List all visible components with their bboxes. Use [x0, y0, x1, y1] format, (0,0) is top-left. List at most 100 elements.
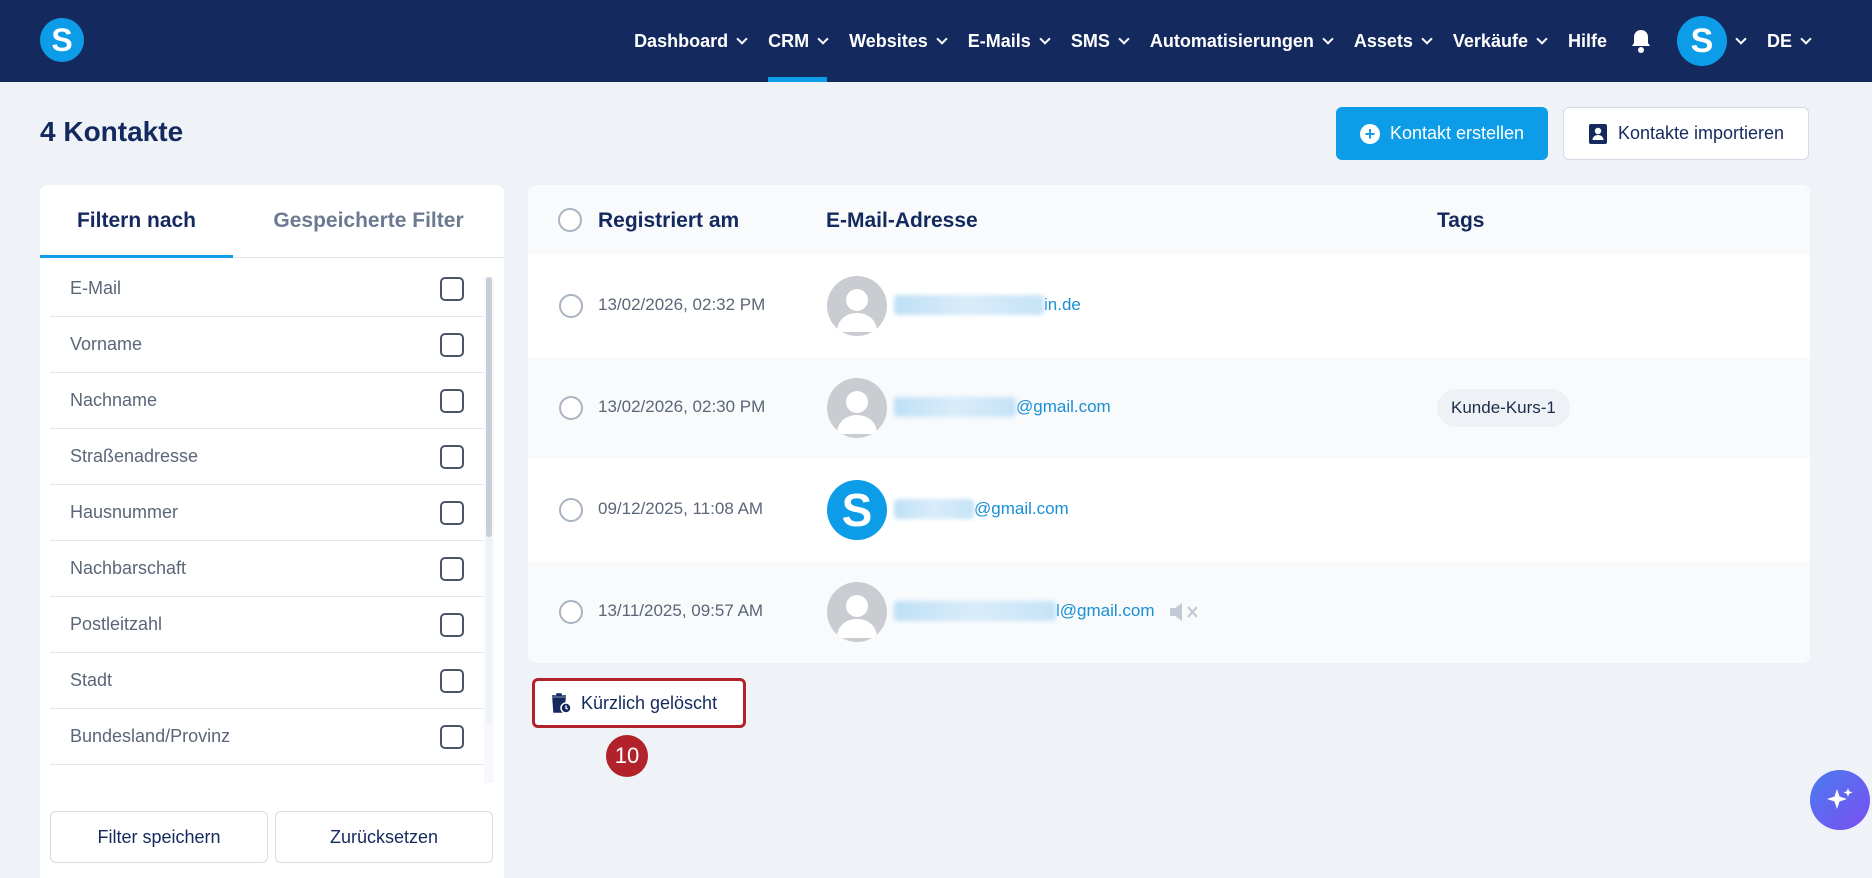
nav-emails[interactable]: E-Mails — [968, 0, 1051, 82]
filter-first-name[interactable]: Vorname — [50, 317, 484, 373]
chevron-down-icon[interactable] — [1735, 32, 1747, 45]
create-contact-button[interactable]: + Kontakt erstellen — [1336, 107, 1548, 160]
row-select-radio[interactable] — [559, 600, 583, 624]
email-suffix: in.de — [1044, 295, 1081, 314]
ai-assistant-button[interactable] — [1810, 770, 1870, 830]
table-row[interactable]: 13/02/2026, 02:32 PM in.de — [528, 255, 1810, 357]
contact-card-icon — [1588, 123, 1607, 144]
nav-websites[interactable]: Websites — [849, 0, 948, 82]
create-contact-label: Kontakt erstellen — [1389, 123, 1525, 143]
scrollbar[interactable] — [486, 277, 492, 723]
registered-date: 13/02/2026, 02:30 PM — [598, 397, 766, 416]
nav-help[interactable]: Hilfe — [1568, 0, 1607, 82]
language-label: DE — [1766, 30, 1792, 51]
active-tab-indicator — [40, 255, 233, 258]
nav-assets[interactable]: Assets — [1353, 0, 1433, 82]
sparkle-icon — [1827, 788, 1853, 809]
chevron-down-icon — [1536, 32, 1548, 45]
nav-sales[interactable]: Verkäufe — [1453, 0, 1548, 82]
unsubscribed-icon — [1168, 601, 1202, 628]
checkbox[interactable] — [440, 276, 464, 301]
nav-label: SMS — [1070, 30, 1110, 51]
filter-panel: Filtern nach Gespeicherte Filter E-Mail … — [40, 185, 504, 878]
contact-avatar — [827, 276, 887, 336]
column-email[interactable]: E-Mail-Adresse — [826, 209, 978, 233]
nav-label: Automatisierungen — [1149, 30, 1314, 51]
chevron-down-icon — [1118, 32, 1130, 45]
filter-postal-code[interactable]: Postleitzahl — [50, 597, 484, 653]
nav-crm[interactable]: CRM — [768, 0, 829, 82]
filter-city[interactable]: Stadt — [50, 653, 484, 709]
scrollbar-thumb[interactable] — [486, 277, 492, 537]
filter-label: Nachbarschaft — [70, 558, 187, 578]
table-row[interactable]: 13/11/2025, 09:57 AM l@gmail.com — [528, 561, 1810, 663]
filter-label: Hausnummer — [70, 502, 179, 522]
contact-email-link[interactable]: @gmail.com — [894, 499, 1069, 519]
save-filter-button[interactable]: Filter speichern — [50, 811, 268, 863]
chevron-down-icon — [736, 32, 748, 45]
import-contacts-button[interactable]: Kontakte importieren — [1563, 107, 1809, 160]
contact-email-link[interactable]: l@gmail.com — [894, 601, 1155, 621]
nav-label: Assets — [1353, 30, 1413, 51]
nav-label: Hilfe — [1567, 30, 1607, 51]
chevron-down-icon — [1039, 32, 1051, 45]
checkbox[interactable] — [440, 724, 464, 749]
checkbox[interactable] — [440, 444, 464, 469]
checkbox[interactable] — [440, 332, 464, 357]
import-contacts-label: Kontakte importieren — [1617, 123, 1785, 143]
app-logo[interactable]: S — [40, 18, 84, 62]
page-title: 4 Kontakte — [40, 116, 184, 147]
select-all-radio[interactable] — [558, 208, 582, 232]
tag-badge[interactable]: Kunde-Kurs-1 — [1437, 389, 1570, 427]
main-menu: Dashboard CRM Websites E-Mails SMS Autom… — [612, 0, 1872, 82]
redacted-text — [894, 295, 1044, 315]
recently-deleted-button[interactable]: Kürzlich gelöscht — [532, 678, 746, 728]
table-row[interactable]: 09/12/2025, 11:08 AM S @gmail.com — [528, 459, 1810, 561]
checkbox[interactable] — [440, 500, 464, 525]
contacts-table: Registriert am E-Mail-Adresse Tags 13/02… — [528, 185, 1810, 663]
tab-saved-filters[interactable]: Gespeicherte Filter — [233, 185, 504, 257]
checkbox[interactable] — [440, 388, 464, 413]
chevron-down-icon — [1800, 32, 1812, 45]
row-select-radio[interactable] — [559, 396, 583, 420]
filter-neighborhood[interactable]: Nachbarschaft — [50, 541, 484, 597]
user-avatar[interactable]: S — [1676, 16, 1727, 66]
row-select-radio[interactable] — [559, 294, 583, 318]
row-select-radio[interactable] — [559, 498, 583, 522]
contact-email-link[interactable]: in.de — [894, 295, 1081, 315]
nav-sms[interactable]: SMS — [1070, 0, 1130, 82]
checkbox[interactable] — [440, 556, 464, 581]
filter-label: Nachname — [70, 390, 158, 410]
nav-dashboard[interactable]: Dashboard — [634, 0, 748, 82]
filter-field-list: E-Mail Vorname Nachname Straßenadresse H… — [50, 261, 484, 773]
plus-circle-icon: + — [1359, 123, 1380, 144]
contact-email-link[interactable]: @gmail.com — [894, 397, 1111, 417]
registered-date: 09/12/2025, 11:08 AM — [598, 499, 764, 518]
table-row[interactable]: 13/02/2026, 02:30 PM @gmail.com Kunde-Ku… — [528, 357, 1810, 459]
top-navigation: S Dashboard CRM Websites E-Mails SMS Aut… — [0, 0, 1872, 82]
nav-label: Websites — [849, 30, 928, 51]
column-tags[interactable]: Tags — [1437, 209, 1484, 233]
filter-email[interactable]: E-Mail — [50, 261, 484, 317]
table-header: Registriert am E-Mail-Adresse Tags — [528, 185, 1810, 255]
contact-avatar — [827, 582, 887, 642]
filter-street[interactable]: Straßenadresse — [50, 429, 484, 485]
filter-label: Vorname — [70, 334, 143, 354]
filter-label: E-Mail — [70, 278, 122, 298]
nav-label: Dashboard — [634, 30, 729, 51]
filter-state[interactable]: Bundesland/Provinz — [50, 709, 484, 765]
language-selector[interactable]: DE — [1766, 0, 1812, 82]
filter-house-number[interactable]: Hausnummer — [50, 485, 484, 541]
bell-icon[interactable] — [1629, 28, 1655, 54]
trash-clock-icon — [552, 693, 572, 714]
column-registered[interactable]: Registriert am — [598, 209, 739, 233]
filter-last-name[interactable]: Nachname — [50, 373, 484, 429]
tab-filter-by[interactable]: Filtern nach — [40, 185, 233, 257]
recently-deleted-label: Kürzlich gelöscht — [581, 692, 718, 713]
checkbox[interactable] — [440, 668, 464, 693]
checkbox[interactable] — [440, 612, 464, 637]
nav-automations[interactable]: Automatisierungen — [1149, 0, 1334, 82]
registered-date: 13/11/2025, 09:57 AM — [598, 601, 764, 620]
reset-filter-button[interactable]: Zurücksetzen — [275, 811, 493, 863]
filter-label: Postleitzahl — [70, 614, 163, 634]
